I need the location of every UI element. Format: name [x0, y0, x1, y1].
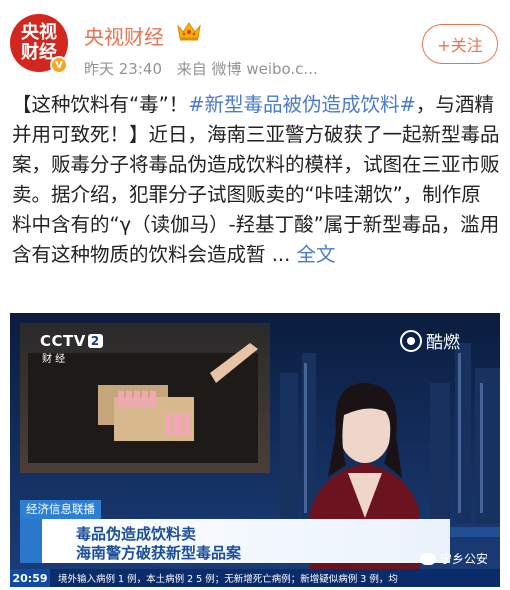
program-tag: 经济信息联播 [20, 500, 101, 519]
post-text: 【这种饮料有“毒”！#新型毒品被伪造成饮料#，与酒精并用可致死！】近日，海南三亚… [12, 90, 500, 270]
news-ticker-bar: 20:59 境外输入病例 1 例，本土病例 2 5 例；无新增死亡病例；新增疑似… [10, 569, 500, 587]
crown-icon [177, 22, 201, 41]
follow-button-label: +关注 [437, 36, 483, 55]
ticker-clock: 20:59 [10, 569, 50, 587]
follow-button[interactable]: +关注 [422, 24, 498, 64]
post-text-body: ，与酒精并用可致死！】近日，海南三亚警方破获了一起新型毒品案，贩毒分子将毒品伪造… [12, 93, 500, 266]
brand-watermark: 酷燃 [400, 328, 460, 353]
ticker-text: 境外输入病例 1 例，本土病例 2 5 例；无新增死亡病例；新增疑似病例 3 例… [58, 574, 398, 585]
channel-logo-text: CCTV [40, 332, 86, 350]
username[interactable]: 央视财经 [84, 21, 164, 50]
post-source[interactable]: 来自 微博 weibo.c... [177, 60, 318, 78]
watermark-text: 宁乡公安 [439, 552, 488, 566]
brand-name: 酷燃 [426, 333, 460, 353]
avatar-text-line1: 央视 [21, 22, 57, 43]
channel-name: 财 经 [42, 354, 66, 365]
headline-line-1: 毒品伪造成饮料卖 [76, 525, 197, 543]
channel-logo: CCTV 2 [40, 332, 103, 350]
verified-badge-icon: V [50, 56, 68, 74]
wechat-icon [419, 552, 436, 565]
post-text-prefix: 【这种饮料有“毒”！ [12, 93, 189, 116]
video-thumbnail[interactable]: CCTV 2 财 经 酷燃 经济信息联播 毒品伪造成饮料卖 海南警方破获新型毒品案… [10, 313, 500, 587]
post-meta: 昨天 23:40 来自 微博 weibo.c... [84, 58, 328, 79]
brand-logo-icon [400, 329, 422, 352]
post-timestamp: 昨天 23:40 [84, 60, 162, 78]
read-full-link[interactable]: 全文 [297, 243, 336, 266]
hashtag-link[interactable]: #新型毒品被伪造成饮料# [188, 93, 416, 116]
headline-line-2: 海南警方破获新型毒品案 [76, 544, 242, 562]
channel-number: 2 [87, 334, 103, 348]
source-watermark: 宁乡公安 [419, 550, 488, 567]
